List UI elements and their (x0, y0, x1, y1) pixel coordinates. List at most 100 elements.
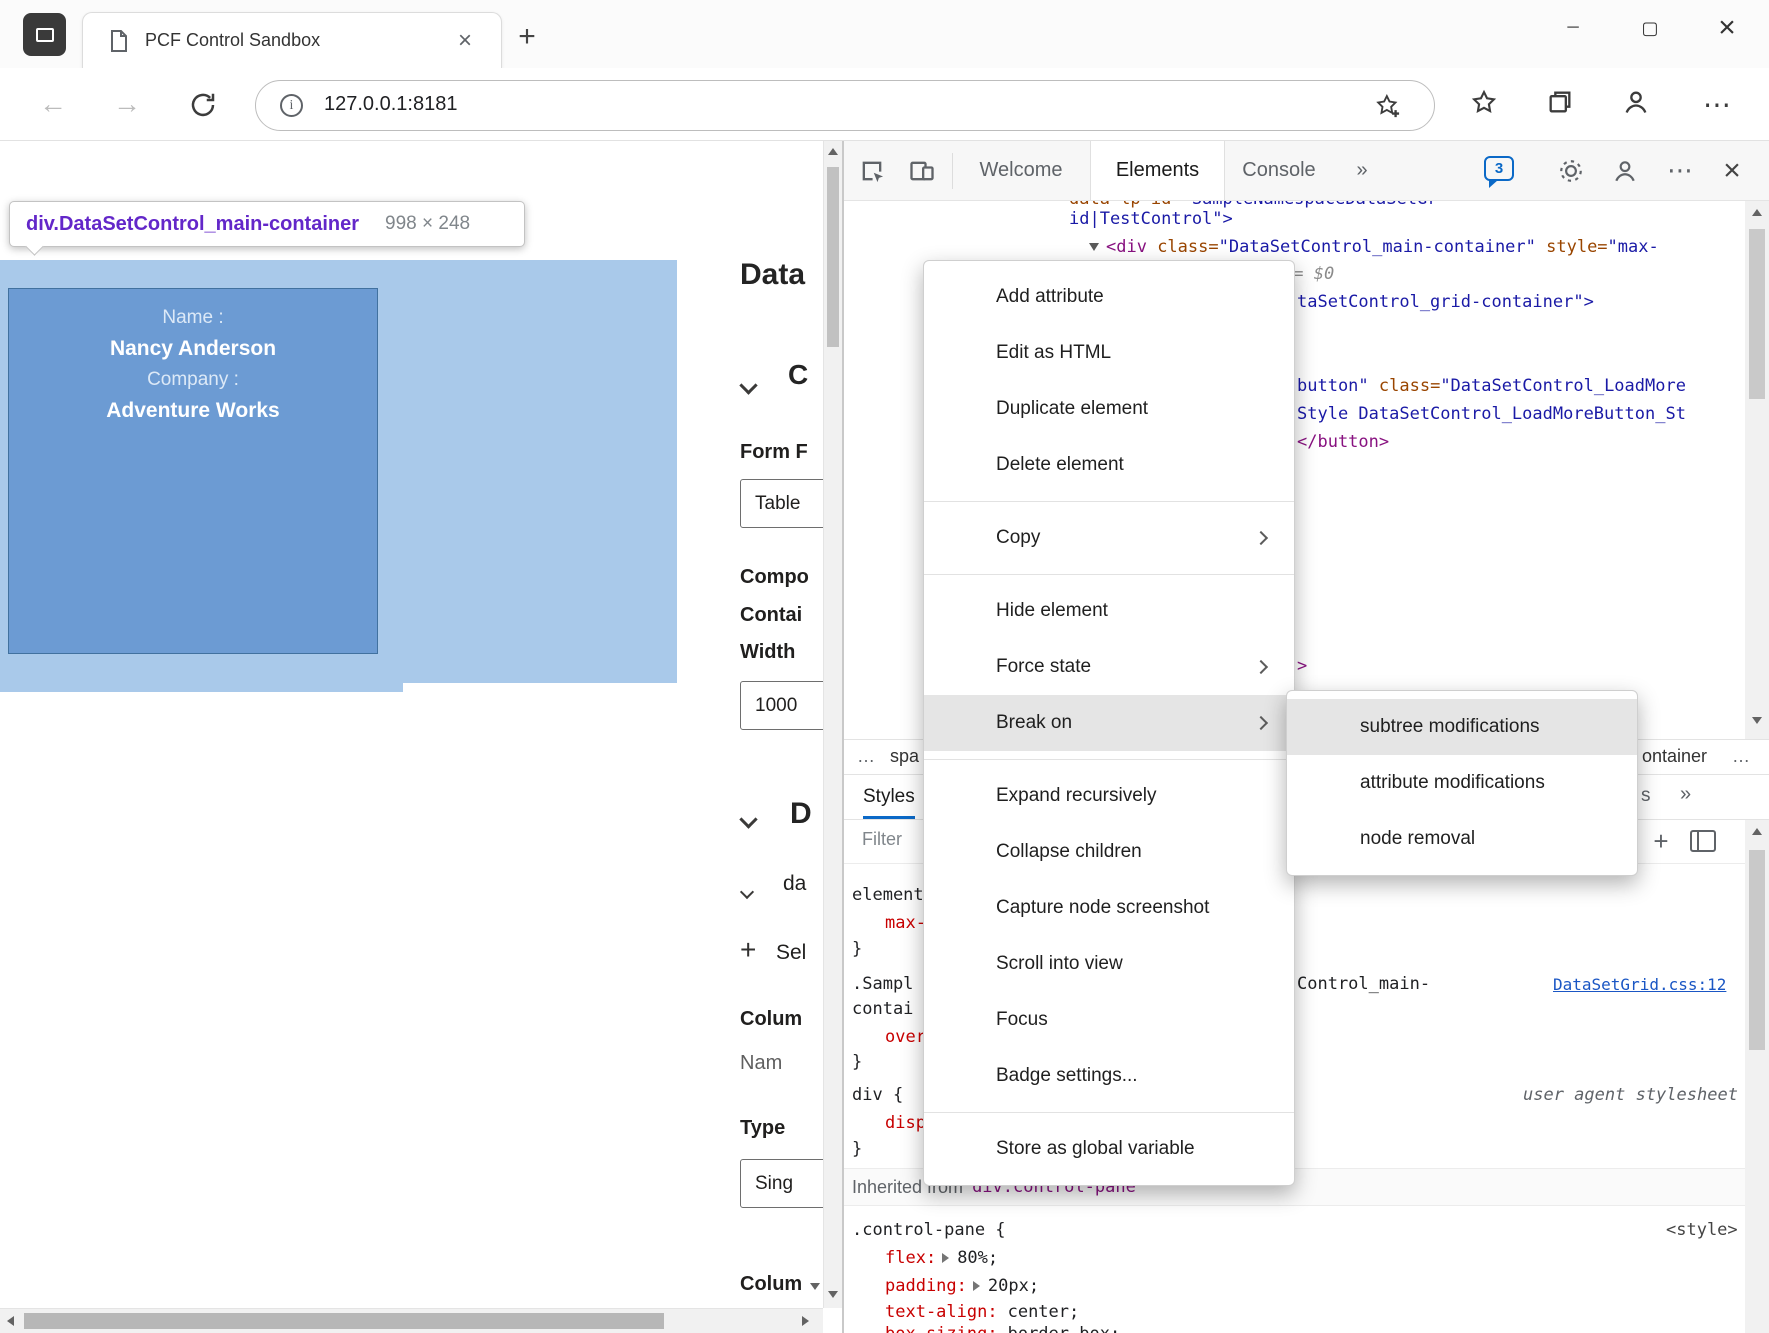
add-favorite-icon[interactable] (1374, 92, 1402, 120)
tab-elements[interactable]: Elements (1090, 141, 1225, 200)
tab-welcome[interactable]: Welcome (965, 141, 1077, 200)
tab-fragment[interactable]: s (1641, 785, 1651, 807)
panel-item-da[interactable]: da (783, 872, 806, 896)
new-style-rule-icon[interactable]: + (1644, 824, 1678, 858)
chevron-down-icon[interactable] (739, 810, 757, 828)
menu-item-store-as-global-variable[interactable]: Store as global variable (924, 1121, 1294, 1177)
expand-triangle-icon[interactable] (1089, 243, 1099, 251)
menu-item-hide-element[interactable]: Hide element (924, 583, 1294, 639)
menu-item-delete-element[interactable]: Delete element (924, 437, 1294, 493)
menu-item-force-state[interactable]: Force state (924, 639, 1294, 695)
menu-item-expand-recursively[interactable]: Expand recursively (924, 768, 1294, 824)
inspect-element-icon[interactable] (858, 157, 886, 185)
stylesheet-link[interactable]: DataSetGrid.css:12 (1553, 975, 1726, 994)
width-input[interactable]: 1000 (740, 681, 823, 730)
scroll-down-arrow-icon[interactable] (828, 1291, 838, 1298)
tab-styles[interactable]: Styles (863, 775, 915, 819)
menu-item-copy[interactable]: Copy (924, 510, 1294, 566)
forward-button[interactable]: → (104, 81, 150, 127)
style-rule-origin[interactable]: <style> (1666, 1218, 1738, 1242)
code-line-tail[interactable]: > (1297, 654, 1307, 678)
scroll-up-arrow-icon[interactable] (828, 148, 838, 155)
style-rule-selector[interactable]: .control-pane { (852, 1218, 1006, 1242)
submenu-item-subtree-modifications[interactable]: subtree modifications (1287, 699, 1637, 755)
styles-scrollbar[interactable] (1745, 820, 1769, 1333)
scrollbar-thumb[interactable] (1749, 229, 1765, 399)
devtools-close-icon[interactable]: × (1710, 141, 1754, 200)
panel-add-label[interactable]: Sel (776, 941, 806, 965)
style-property-line[interactable]: over (885, 1025, 926, 1049)
maximize-button[interactable]: ▢ (1625, 6, 1675, 50)
form-factor-dropdown[interactable]: Table (740, 479, 823, 528)
settings-gear-icon[interactable] (1558, 158, 1584, 184)
chevron-down-icon[interactable] (739, 376, 757, 394)
scroll-right-arrow-icon[interactable] (802, 1316, 809, 1326)
sidebar-more-tabs-icon[interactable]: » (1680, 783, 1691, 806)
elements-scrollbar[interactable] (1745, 201, 1769, 739)
scrollbar-thumb[interactable] (827, 167, 839, 347)
style-property-line[interactable]: max- (885, 911, 926, 935)
code-line-grid-container[interactable]: taSetControl_grid-container"> (1297, 290, 1594, 314)
menu-item-collapse-children[interactable]: Collapse children (924, 824, 1294, 880)
breadcrumb-ellipsis[interactable]: … (1732, 746, 1750, 767)
scroll-down-arrow-icon[interactable] (1752, 717, 1762, 724)
code-line-button[interactable]: button" class="DataSetControl_LoadMore (1297, 374, 1686, 398)
type-dropdown[interactable]: Sing (740, 1159, 823, 1208)
style-rule-selector[interactable]: div { (852, 1083, 903, 1107)
scroll-left-arrow-icon[interactable] (7, 1316, 14, 1326)
breadcrumb-ellipsis[interactable]: … (857, 746, 875, 767)
scroll-up-arrow-icon[interactable] (1752, 209, 1762, 216)
expand-shorthand-icon[interactable] (942, 1253, 949, 1263)
code-line-button-wrap[interactable]: Style DataSetControl_LoadMoreButton_St (1297, 402, 1686, 426)
devtools-more-icon[interactable]: ⋯ (1660, 141, 1700, 200)
style-property-line[interactable]: disp (885, 1111, 926, 1135)
more-tabs-icon[interactable]: » (1344, 141, 1380, 200)
tab-close-icon[interactable]: × (449, 25, 481, 57)
style-property-line[interactable]: text-align:center; (885, 1300, 1079, 1324)
menu-item-focus[interactable]: Focus (924, 992, 1294, 1048)
profile-avatar-icon[interactable] (1622, 88, 1650, 116)
style-rule-selector-wrap[interactable]: contai (852, 997, 913, 1021)
scrollbar-thumb[interactable] (1749, 850, 1765, 1050)
style-property-line[interactable]: padding:20px; (885, 1274, 1039, 1298)
chevron-down-icon[interactable] (740, 885, 754, 899)
url-text[interactable]: 127.0.0.1:8181 (324, 93, 457, 116)
menu-item-badge-settings[interactable]: Badge settings... (924, 1048, 1294, 1104)
code-line-wrap[interactable]: id|TestControl"> (1069, 207, 1233, 231)
scrollbar-thumb[interactable] (24, 1313, 664, 1329)
refresh-icon[interactable] (188, 90, 218, 120)
menu-item-add-attribute[interactable]: Add attribute (924, 269, 1294, 325)
panel-heading-d[interactable]: D (790, 797, 812, 831)
menu-item-scroll-into-view[interactable]: Scroll into view (924, 936, 1294, 992)
menu-item-break-on[interactable]: Break on (924, 695, 1294, 751)
feedback-person-icon[interactable] (1612, 158, 1638, 184)
issues-counter-icon[interactable]: 3 (1484, 156, 1514, 181)
collections-icon[interactable] (1546, 88, 1574, 116)
menu-item-edit-as-html[interactable]: Edit as HTML (924, 325, 1294, 381)
code-line-main-container[interactable]: <div class="DataSetControl_main-containe… (1089, 235, 1659, 259)
device-toolbar-icon[interactable] (908, 157, 936, 185)
tab-actions-icon[interactable] (23, 13, 66, 56)
new-tab-button[interactable]: + (508, 18, 546, 56)
style-property-line[interactable]: box-sizing:border-box; (885, 1322, 1120, 1333)
url-bar[interactable]: i 127.0.0.1:8181 (255, 80, 1435, 131)
style-source-link[interactable]: DataSetGrid.css:12 (1553, 972, 1726, 996)
submenu-item-attribute-modifications[interactable]: attribute modifications (1287, 755, 1637, 811)
caret-down-icon[interactable] (810, 1283, 820, 1290)
code-line-button-close[interactable]: </button> (1297, 430, 1389, 454)
browser-menu-icon[interactable]: ⋯ (1694, 81, 1740, 127)
style-rule-selector[interactable]: .Sampl (852, 972, 913, 996)
breadcrumb-crumb[interactable]: ontainer (1642, 746, 1707, 767)
page-horizontal-scrollbar[interactable] (0, 1308, 823, 1333)
back-button[interactable]: ← (30, 81, 76, 127)
page-vertical-scrollbar[interactable] (823, 141, 842, 1308)
panel-section-heading[interactable]: C (788, 359, 808, 391)
window-close-button[interactable]: × (1702, 6, 1752, 50)
add-icon[interactable]: + (740, 934, 756, 966)
toggle-sidebar-icon[interactable] (1690, 830, 1716, 852)
submenu-item-node-removal[interactable]: node removal (1287, 811, 1637, 867)
minimize-button[interactable]: ─ (1548, 6, 1598, 50)
tab-console[interactable]: Console (1225, 141, 1333, 200)
breadcrumb-crumb[interactable]: spa (890, 746, 919, 767)
expand-shorthand-icon[interactable] (973, 1281, 980, 1291)
